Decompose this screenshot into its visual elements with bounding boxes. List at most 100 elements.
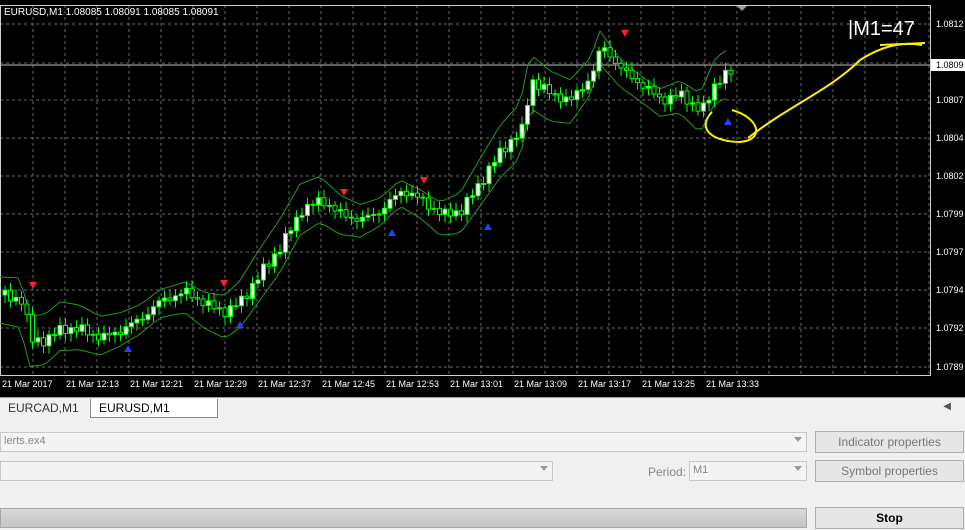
candle-body	[299, 215, 305, 218]
candle-body	[2, 289, 8, 296]
candle-body	[123, 326, 129, 335]
candle-body	[541, 84, 547, 90]
price-axis-label: 1.0792	[936, 323, 964, 333]
chevron-down-icon[interactable]	[794, 466, 802, 471]
candle-body	[624, 67, 629, 71]
candle-body	[706, 99, 712, 104]
candle-body	[90, 333, 96, 336]
time-axis-label: 21 Mar 13:01	[450, 379, 503, 389]
time-axis-label: 21 Mar 12:21	[130, 379, 183, 389]
price-chart[interactable]: 1.0812 1.0809 1.0807 1.0804 1.0802 1.0799 1.07…	[0, 0, 965, 397]
candle-body	[310, 203, 316, 206]
candle-body	[382, 207, 387, 215]
tab-eurcad[interactable]: EURCAD,M1	[0, 399, 88, 417]
candle-body	[420, 196, 426, 199]
candle-body	[475, 182, 481, 197]
buy-arrow-icon	[388, 229, 396, 236]
indicator-properties-button[interactable]: Indicator properties	[815, 431, 964, 453]
candle-body	[13, 296, 19, 302]
candle-body	[508, 138, 514, 153]
candle-body	[222, 307, 228, 318]
candle-body	[233, 305, 239, 308]
candle-body	[332, 204, 338, 212]
candle-body	[327, 204, 332, 207]
candle-body	[354, 217, 360, 222]
candle-body	[349, 216, 354, 219]
candle-body	[167, 297, 173, 302]
chevron-down-icon[interactable]	[794, 437, 802, 442]
candle-body	[629, 69, 635, 80]
tab-eurusd-visual[interactable]: EURUSD,M1 (visual)	[90, 399, 218, 433]
candle-body	[651, 85, 657, 95]
price-axis-label: 1.0802	[936, 171, 964, 181]
candle-body	[486, 165, 492, 185]
symbol-properties-button[interactable]: Symbol properties	[815, 460, 964, 482]
candle-body	[272, 253, 277, 267]
period-select[interactable]: M1	[689, 461, 807, 481]
candle-body	[35, 337, 41, 343]
sell-arrow-icon	[220, 280, 228, 287]
candle-body	[30, 313, 35, 343]
candle-body	[657, 93, 662, 98]
candle-body	[717, 82, 723, 85]
candle-body	[195, 297, 200, 300]
candle-body	[343, 209, 349, 218]
chart-area[interactable]: 1.0812 1.0809 1.0807 1.0804 1.0802 1.0799 1.07…	[0, 0, 965, 397]
candle-body	[211, 300, 217, 310]
price-axis-label: 1.0789	[936, 362, 964, 372]
chevron-down-icon[interactable]	[540, 466, 548, 471]
candle-body	[470, 195, 475, 198]
candle-body	[679, 90, 684, 98]
candle-body	[261, 263, 266, 281]
stop-button[interactable]: Stop	[815, 507, 964, 529]
candle-body	[712, 83, 717, 101]
candle-body	[239, 295, 244, 307]
candle-body	[305, 203, 310, 217]
candle-body	[101, 332, 107, 341]
tab-scroll-left-icon[interactable]: ◀	[943, 401, 951, 412]
candle-body	[607, 47, 613, 58]
period-select-value: M1	[693, 464, 709, 476]
candle-body	[107, 332, 112, 336]
time-axis-label: 21 Mar 2017	[2, 379, 53, 389]
candle-body	[426, 197, 431, 210]
candle-body	[668, 94, 673, 105]
candle-body	[118, 331, 123, 335]
candle-body	[129, 322, 134, 328]
candle-body	[145, 314, 151, 321]
time-axis-label: 21 Mar 13:25	[642, 379, 695, 389]
candle-body	[613, 56, 618, 64]
candle-body	[294, 216, 299, 232]
expert-select[interactable]: lerts.ex4	[0, 432, 807, 452]
price-axis-label: 1.0794	[936, 285, 964, 295]
candle-body	[695, 102, 701, 112]
candle-body	[255, 279, 261, 285]
expert-select-value: lerts.ex4	[4, 435, 46, 447]
candle-body	[228, 305, 233, 318]
candle-body	[96, 333, 101, 341]
symbol-select[interactable]	[0, 461, 553, 481]
candle-body	[552, 93, 558, 96]
chart-title: EURUSD,M1 1.08085 1.08091 1.08085 1.0809…	[4, 7, 219, 18]
candle-body	[52, 334, 57, 337]
candle-body	[112, 331, 118, 336]
candle-body	[277, 251, 283, 255]
candle-body	[134, 318, 140, 324]
candle-body	[206, 300, 211, 306]
candle-body	[574, 90, 580, 101]
candle-body	[596, 50, 602, 72]
candle-body	[723, 69, 728, 84]
candle-body	[519, 123, 525, 139]
candle-body	[338, 209, 343, 212]
candle-body	[178, 293, 184, 297]
candle-body	[266, 263, 272, 267]
candle-body	[662, 96, 668, 105]
candle-body	[690, 102, 695, 105]
candle-body	[448, 208, 453, 217]
candle-body	[173, 295, 178, 302]
candle-body	[393, 195, 398, 200]
strategy-tester-panel: lerts.ex4 Indicator properties Period: M…	[0, 420, 965, 530]
candle-body	[481, 182, 486, 185]
candle-body	[74, 327, 79, 332]
candle-body	[283, 233, 288, 253]
